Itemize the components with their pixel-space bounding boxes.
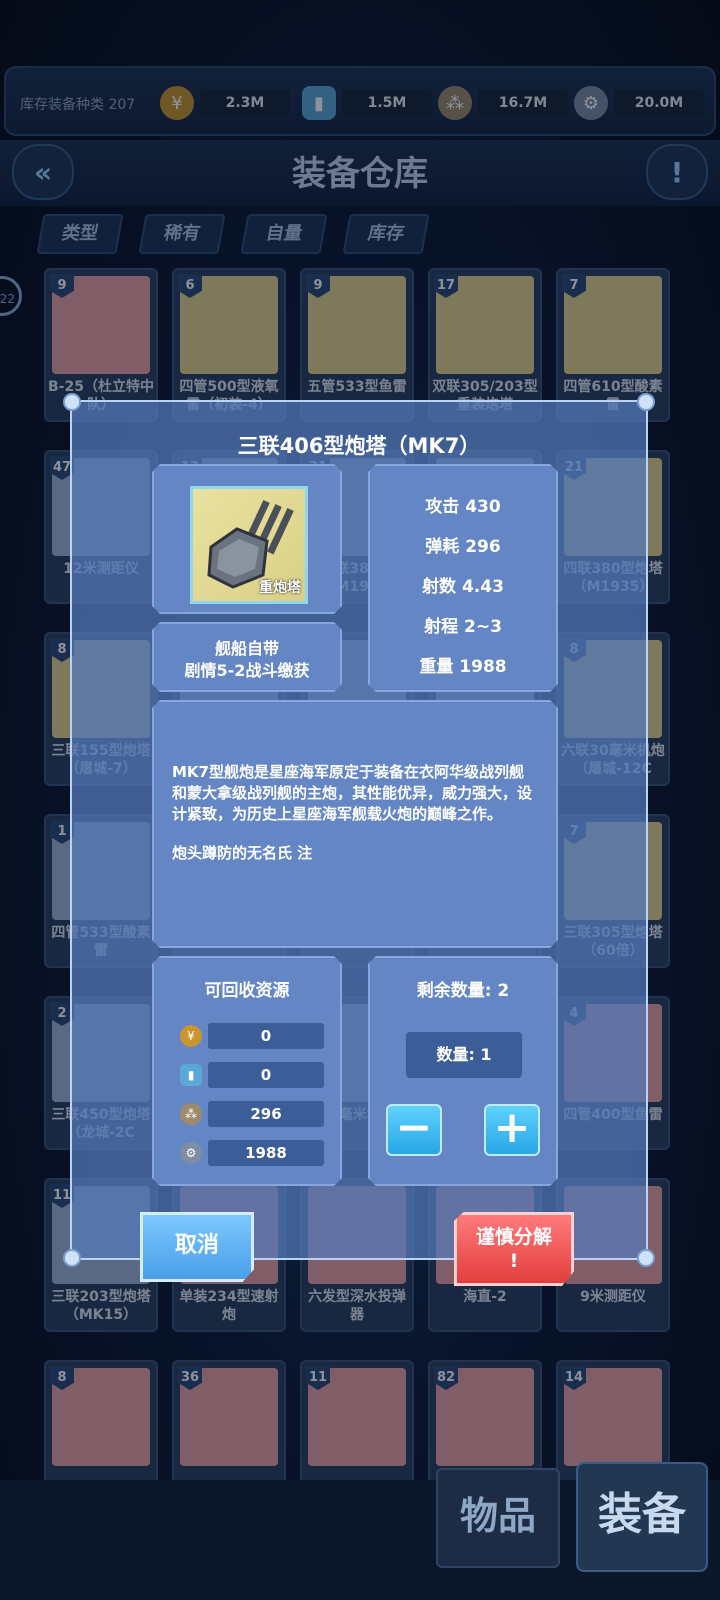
dialog-title: 三联406型炮塔（MK7） (237, 434, 481, 458)
tab-equipment[interactable]: 装备 (576, 1462, 708, 1572)
cancel-button[interactable]: 取消 (140, 1212, 254, 1282)
steel-parts-icon: ⚙ (180, 1142, 202, 1164)
recycle-row-oil: ▮ 0 (180, 1061, 324, 1089)
stat-attack: 攻击 430 (425, 497, 501, 517)
recycle-ammo-value: 296 (208, 1101, 324, 1127)
description-panel: MK7型舰炮是星座海军原定于装备在衣阿华级战列舰和蒙大拿级战列舰的主炮，其性能优… (152, 700, 558, 948)
source-line: 剧情5-2战斗缴获 (184, 661, 310, 680)
recycle-row-steel: ⚙ 1988 (180, 1139, 324, 1167)
stat-range: 射程 2~3 (424, 617, 502, 637)
recycle-coin-value: 0 (208, 1023, 324, 1049)
oil-barrel-icon: ▮ (180, 1064, 202, 1086)
recycle-row-ammo: ⁂ 296 (180, 1100, 324, 1128)
item-type-tag: 重炮塔 (259, 580, 301, 596)
corner-rivet (637, 393, 655, 411)
item-source: 舰船自带 剧情5-2战斗缴获 (154, 638, 340, 682)
stats-panel: 攻击 430 弹耗 296 射数 4.43 射程 2~3 重量 1988 (368, 464, 558, 692)
decompose-button[interactable]: 谨慎分解 ! (454, 1212, 574, 1286)
recycle-steel-value: 1988 (208, 1140, 324, 1166)
recycle-title: 可回收资源 (204, 981, 290, 1001)
corner-rivet (637, 1249, 655, 1267)
decrease-quantity-button[interactable]: − (386, 1104, 442, 1156)
remaining-count: 剩余数量: 2 (416, 981, 510, 1001)
corner-rivet (63, 393, 81, 411)
description-author: 炮头蹲防的无名氏 注 (172, 844, 313, 862)
corner-rivet (63, 1249, 81, 1267)
quantity-panel: 剩余数量: 2 数量: 1 − + (368, 956, 558, 1186)
decompose-label: 谨慎分解 (475, 1226, 552, 1248)
equipment-detail-dialog: 三联406型炮塔（MK7） 重炮塔 舰船自带 剧情5-2战斗缴获 攻击 430 … (63, 393, 655, 1267)
description-text: MK7型舰炮是星座海军原定于装备在衣阿华级战列舰和蒙大拿级战列舰的主炮，其性能优… (172, 762, 538, 882)
recycle-oil-value: 0 (208, 1062, 324, 1088)
description-body: MK7型舰炮是星座海军原定于装备在衣阿华级战列舰和蒙大拿级战列舰的主炮，其性能优… (172, 763, 533, 823)
quantity-display: 数量: 1 (406, 1032, 522, 1078)
ammo-icon: ⁂ (180, 1103, 202, 1125)
stat-shots: 射数 4.43 (422, 577, 504, 597)
recycle-panel: 可回收资源 ¥ 0 ▮ 0 ⁂ 296 ⚙ 1988 (152, 956, 342, 1186)
tab-items[interactable]: 物品 (436, 1468, 560, 1568)
increase-quantity-button[interactable]: + (484, 1104, 540, 1156)
item-image-panel: 重炮塔 (152, 464, 342, 614)
coin-icon: ¥ (180, 1025, 202, 1047)
source-panel: 舰船自带 剧情5-2战斗缴获 (152, 622, 342, 692)
recycle-row-coin: ¥ 0 (180, 1022, 324, 1050)
decompose-label-mark: ! (509, 1250, 519, 1272)
stat-ammo-cost: 弹耗 296 (425, 537, 501, 557)
item-image: 重炮塔 (190, 486, 308, 604)
stat-weight: 重量 1988 (419, 657, 507, 677)
source-line: 舰船自带 (214, 639, 279, 658)
